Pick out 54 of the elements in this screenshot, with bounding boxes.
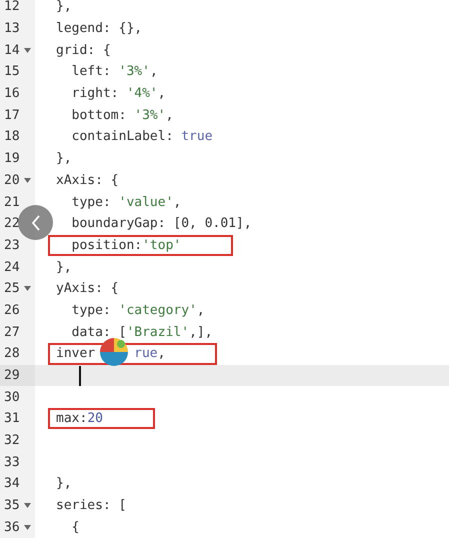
line-number: 33 <box>4 454 21 470</box>
line-number: 15 <box>4 64 21 80</box>
code-text: yAxis: { <box>56 281 119 296</box>
fold-arrow-icon[interactable] <box>24 48 31 53</box>
code-text: }, <box>56 260 72 275</box>
chevron-left-icon <box>30 214 40 230</box>
code-text: type: 'category', <box>70 302 205 318</box>
code-text: }, <box>56 476 72 492</box>
code-text: containLabel: true <box>70 129 213 144</box>
line-number: 18 <box>4 129 21 144</box>
line-number: 28 <box>4 346 21 362</box>
line-number: 14 <box>4 42 21 58</box>
line-number: 27 <box>4 324 21 340</box>
code-text: data: ['Brazil',], <box>70 324 213 340</box>
code-text: type: 'value', <box>70 194 182 210</box>
code-text: rue, <box>134 346 166 362</box>
code-text: legend: {}, <box>56 21 142 36</box>
ball-icon <box>100 338 128 366</box>
fold-arrow-icon[interactable] <box>24 286 31 292</box>
fold-arrow-icon[interactable] <box>24 503 31 508</box>
fold-arrow-icon[interactable] <box>24 524 31 530</box>
code-text: bottom: '3%', <box>70 108 174 123</box>
code-text: }, <box>56 0 72 14</box>
line-number: 35 <box>4 498 21 514</box>
line-number: 23 <box>4 238 21 253</box>
line-number: 22 <box>4 216 21 232</box>
line-number: 32 <box>4 433 21 448</box>
fold-arrow-icon[interactable] <box>24 178 31 183</box>
line-number: 13 <box>4 21 21 36</box>
line-number: 24 <box>4 260 21 275</box>
line-number: 31 <box>4 411 21 426</box>
code-text: position:'top' <box>70 238 182 253</box>
code-text: left: '3%', <box>70 64 158 80</box>
code-text: grid: { <box>56 42 111 58</box>
code-text: }, <box>56 151 72 166</box>
line-number: 29 <box>4 368 21 384</box>
code-text: right: '4%', <box>70 86 166 102</box>
line-number: 17 <box>4 108 21 123</box>
line-number: 19 <box>4 151 21 166</box>
code-text: inver <box>56 346 96 362</box>
line-number: 36 <box>4 520 21 535</box>
line-number: 21 <box>4 194 21 210</box>
line-number: 25 <box>4 281 21 296</box>
code-text: { <box>70 520 80 535</box>
line-number: 12 <box>4 0 21 14</box>
line-number: 16 <box>4 86 21 102</box>
line-number: 20 <box>4 172 21 188</box>
code-text: boundaryGap: [0, 0.01], <box>70 216 252 232</box>
line-number: 26 <box>4 302 21 318</box>
code-text: xAxis: { <box>56 172 119 188</box>
line-number: 34 <box>4 476 21 492</box>
code-text: series: [ <box>56 498 126 514</box>
line-number: 30 <box>4 390 21 405</box>
code-text: max:20 <box>56 411 103 426</box>
